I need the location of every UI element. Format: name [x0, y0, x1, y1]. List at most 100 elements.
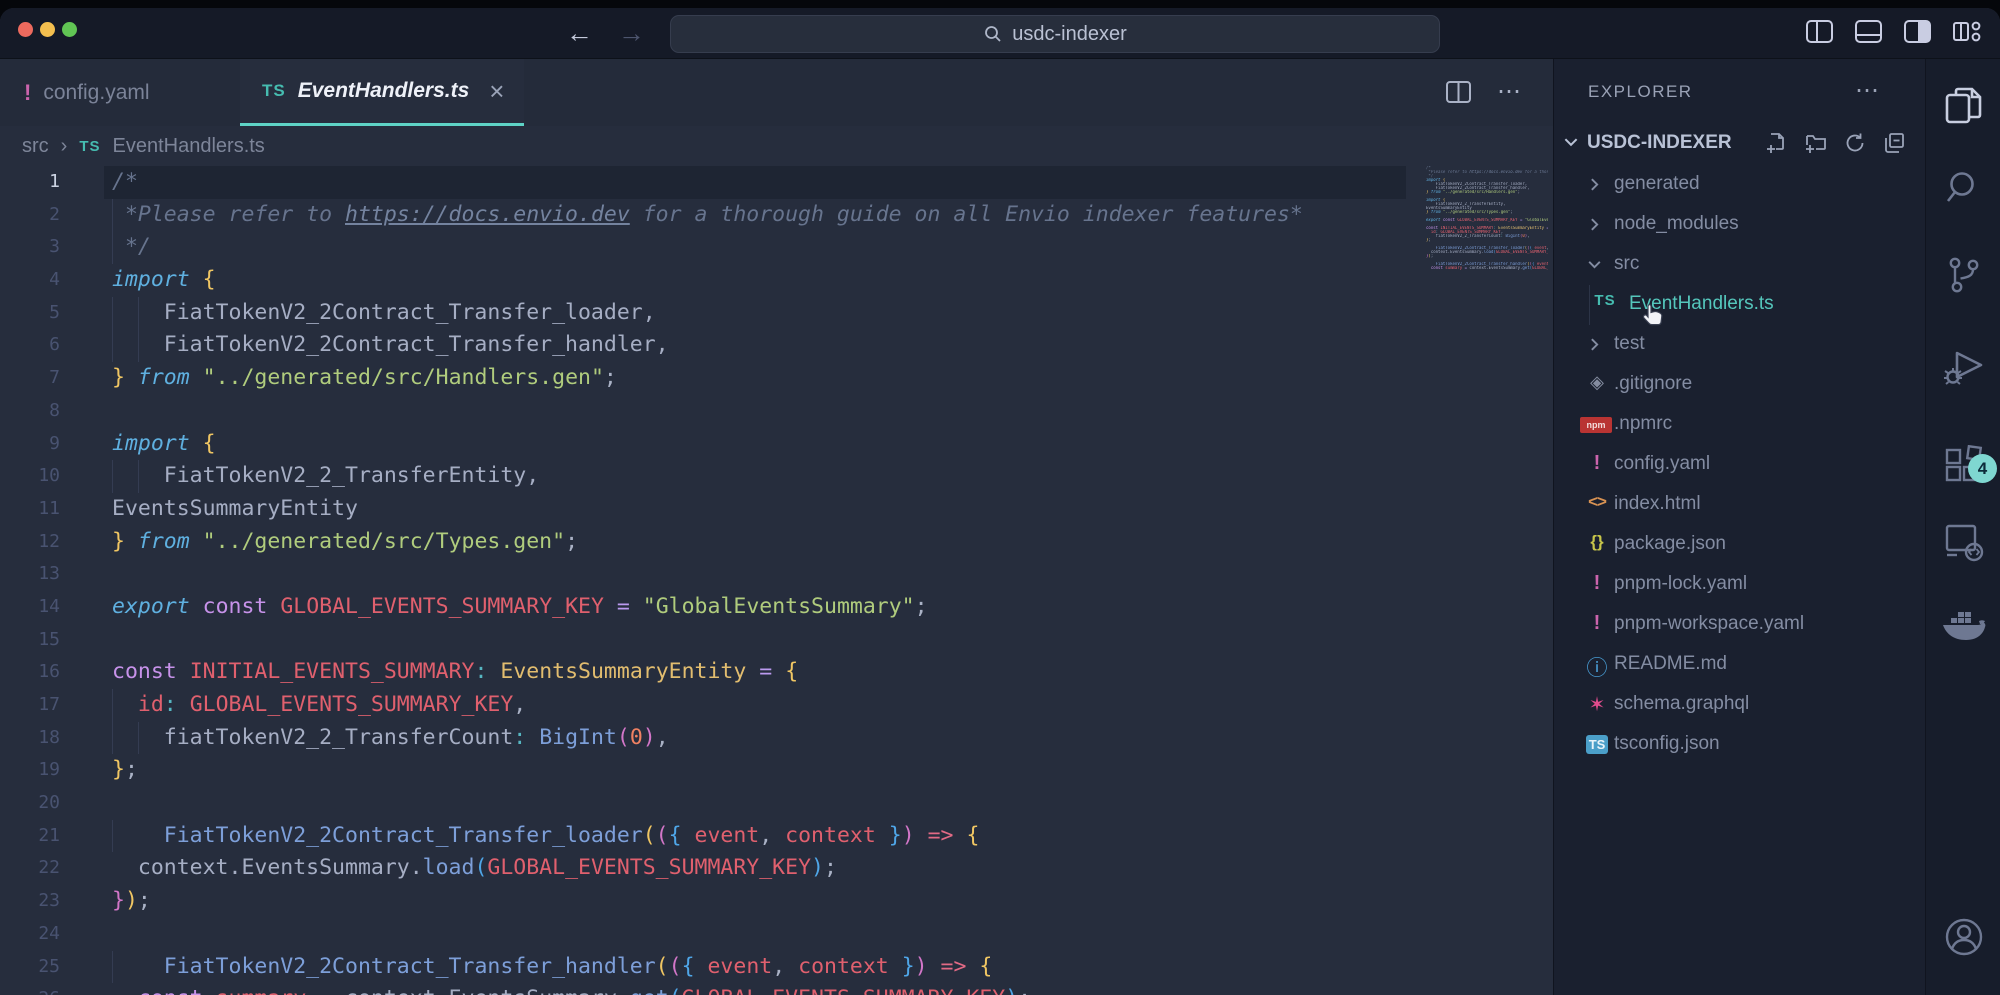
new-file-icon[interactable]: [1766, 132, 1788, 154]
workspace-section-header[interactable]: USDC-INDEXER: [1554, 124, 1925, 164]
code-line[interactable]: 8: [0, 395, 1553, 428]
explorer-more-actions-icon[interactable]: ⋯: [1855, 76, 1881, 105]
maximize-window-button[interactable]: [62, 22, 77, 37]
search-icon[interactable]: [1926, 168, 2000, 208]
folder-item-node-modules[interactable]: node_modules: [1554, 205, 1925, 245]
file-label: node_modules: [1614, 213, 1739, 235]
code-line[interactable]: 22 context.EventsSummary.load(GLOBAL_EVE…: [0, 852, 1553, 885]
file-item--gitignore[interactable]: ◈.gitignore: [1554, 365, 1925, 405]
file-item-index-html[interactable]: <>index.html: [1554, 485, 1925, 525]
breadcrumb-file[interactable]: EventHandlers.ts: [113, 135, 265, 158]
code-line[interactable]: 1/*: [0, 166, 1553, 199]
code-line[interactable]: 25 FiatTokenV2_2Contract_Transfer_handle…: [0, 951, 1553, 984]
file-item-config-yaml[interactable]: !config.yaml: [1554, 445, 1925, 485]
git-icon: ◈: [1584, 372, 1610, 393]
line-number: 23: [0, 885, 60, 918]
code-line[interactable]: 16const INITIAL_EVENTS_SUMMARY: EventsSu…: [0, 656, 1553, 689]
folder-item-test[interactable]: test: [1554, 325, 1925, 365]
typescript-icon: TS: [79, 138, 100, 155]
titlebar: ← → usdc-indexer: [0, 8, 2000, 59]
code-line[interactable]: 14export const GLOBAL_EVENTS_SUMMARY_KEY…: [0, 591, 1553, 624]
code-line[interactable]: 10 FiatTokenV2_2_TransferEntity,: [0, 460, 1553, 493]
activity-bar: 4: [1925, 59, 2000, 995]
line-number: 8: [0, 395, 60, 428]
file-label: test: [1614, 333, 1645, 355]
npm-icon: npm: [1580, 417, 1612, 433]
file-item-tsconfig-json[interactable]: TStsconfig.json: [1554, 725, 1925, 765]
code-line[interactable]: 13: [0, 558, 1553, 591]
code-line[interactable]: 26 const summary = context.EventsSummary…: [0, 983, 1553, 995]
file-label: .gitignore: [1614, 373, 1692, 395]
line-number: 21: [0, 820, 60, 853]
code-line[interactable]: 23});: [0, 885, 1553, 918]
file-item-eventhandlers-ts[interactable]: TSEventHandlers.ts: [1554, 285, 1925, 325]
docker-icon[interactable]: [1926, 608, 2000, 644]
file-item-pnpm-lock-yaml[interactable]: !pnpm-lock.yaml: [1554, 565, 1925, 605]
close-tab-icon[interactable]: ×: [489, 76, 504, 107]
split-editor-icon[interactable]: [1446, 81, 1471, 103]
breadcrumb[interactable]: src › TS EventHandlers.ts: [0, 126, 1553, 166]
customize-layout-icon[interactable]: [1953, 20, 1982, 43]
code-line[interactable]: 2 *Please refer to https://docs.envio.de…: [0, 199, 1553, 232]
extensions-badge: 4: [1968, 454, 1997, 483]
line-number: 11: [0, 493, 60, 526]
toggle-secondary-sidebar-icon[interactable]: [1904, 20, 1931, 43]
remote-explorer-icon[interactable]: [1926, 522, 2000, 562]
breadcrumb-folder[interactable]: src: [22, 135, 49, 158]
folder-item-generated[interactable]: generated: [1554, 165, 1925, 205]
folder-item-src[interactable]: src: [1554, 245, 1925, 285]
back-arrow-icon[interactable]: ←: [566, 16, 593, 50]
file-item-readme-md[interactable]: ⓘREADME.md: [1554, 645, 1925, 685]
command-center-search[interactable]: usdc-indexer: [670, 15, 1440, 53]
code-line[interactable]: 4import {: [0, 264, 1553, 297]
file-label: src: [1614, 253, 1639, 275]
code-line[interactable]: 18 fiatTokenV2_2_TransferCount: BigInt(0…: [0, 722, 1553, 755]
new-folder-icon[interactable]: [1805, 132, 1827, 154]
line-number: 20: [0, 787, 60, 820]
toggle-primary-sidebar-icon[interactable]: [1806, 20, 1833, 43]
minimap[interactable]: /* *Please refer to https://docs.envio.d…: [1426, 166, 1548, 406]
search-value: usdc-indexer: [1012, 23, 1127, 46]
code-line[interactable]: 6 FiatTokenV2_2Contract_Transfer_handler…: [0, 329, 1553, 362]
minimap-line: export const GLOBAL_EVENTS_SUMMARY_KEY =…: [1426, 218, 1548, 222]
tab-eventhandlers-ts[interactable]: TS EventHandlers.ts ×: [240, 59, 524, 126]
code-line[interactable]: 12} from "../generated/src/Types.gen";: [0, 526, 1553, 559]
refresh-explorer-icon[interactable]: [1844, 132, 1866, 154]
code-line[interactable]: 7} from "../generated/src/Handlers.gen";: [0, 362, 1553, 395]
code-line[interactable]: 17 id: GLOBAL_EVENTS_SUMMARY_KEY,: [0, 689, 1553, 722]
explorer-files-icon[interactable]: [1926, 85, 2000, 127]
file-label: pnpm-lock.yaml: [1614, 573, 1747, 595]
toggle-panel-icon[interactable]: [1855, 20, 1882, 43]
forward-arrow-icon[interactable]: →: [618, 16, 645, 50]
file-item-schema-graphql[interactable]: ✶schema.graphql: [1554, 685, 1925, 725]
accounts-icon[interactable]: [1926, 916, 2000, 958]
code-line[interactable]: 5 FiatTokenV2_2Contract_Transfer_loader,: [0, 297, 1553, 330]
close-window-button[interactable]: [18, 22, 33, 37]
code-line[interactable]: 21 FiatTokenV2_2Contract_Transfer_loader…: [0, 820, 1553, 853]
code-line[interactable]: 11EventsSummaryEntity: [0, 493, 1553, 526]
code-line[interactable]: 9import {: [0, 428, 1553, 461]
search-icon: [983, 24, 1003, 44]
file-item-pnpm-workspace-yaml[interactable]: !pnpm-workspace.yaml: [1554, 605, 1925, 645]
more-actions-icon[interactable]: ⋯: [1497, 77, 1523, 106]
json-braces-icon: {}: [1584, 532, 1610, 552]
tab-label: config.yaml: [43, 81, 149, 105]
source-control-icon[interactable]: [1926, 255, 2000, 295]
code-line[interactable]: 24: [0, 918, 1553, 951]
file-item--npmrc[interactable]: npm.npmrc: [1554, 405, 1925, 445]
tab-label: EventHandlers.ts: [298, 79, 470, 103]
minimize-window-button[interactable]: [40, 22, 55, 37]
yaml-exclamation-icon: !: [1584, 612, 1610, 635]
file-item-package-json[interactable]: {}package.json: [1554, 525, 1925, 565]
code-line[interactable]: 20: [0, 787, 1553, 820]
run-and-debug-icon[interactable]: [1926, 347, 2000, 387]
code-line[interactable]: 3 */: [0, 231, 1553, 264]
code-editor[interactable]: 1/*2 *Please refer to https://docs.envio…: [0, 166, 1553, 995]
chevron-down-icon: [1562, 133, 1580, 151]
code-line[interactable]: 15: [0, 624, 1553, 657]
file-label: .npmrc: [1614, 413, 1672, 435]
line-number: 1: [0, 166, 60, 199]
collapse-folders-icon[interactable]: [1883, 132, 1905, 154]
code-line[interactable]: 19};: [0, 754, 1553, 787]
tab-config-yaml[interactable]: ! config.yaml: [24, 59, 150, 126]
